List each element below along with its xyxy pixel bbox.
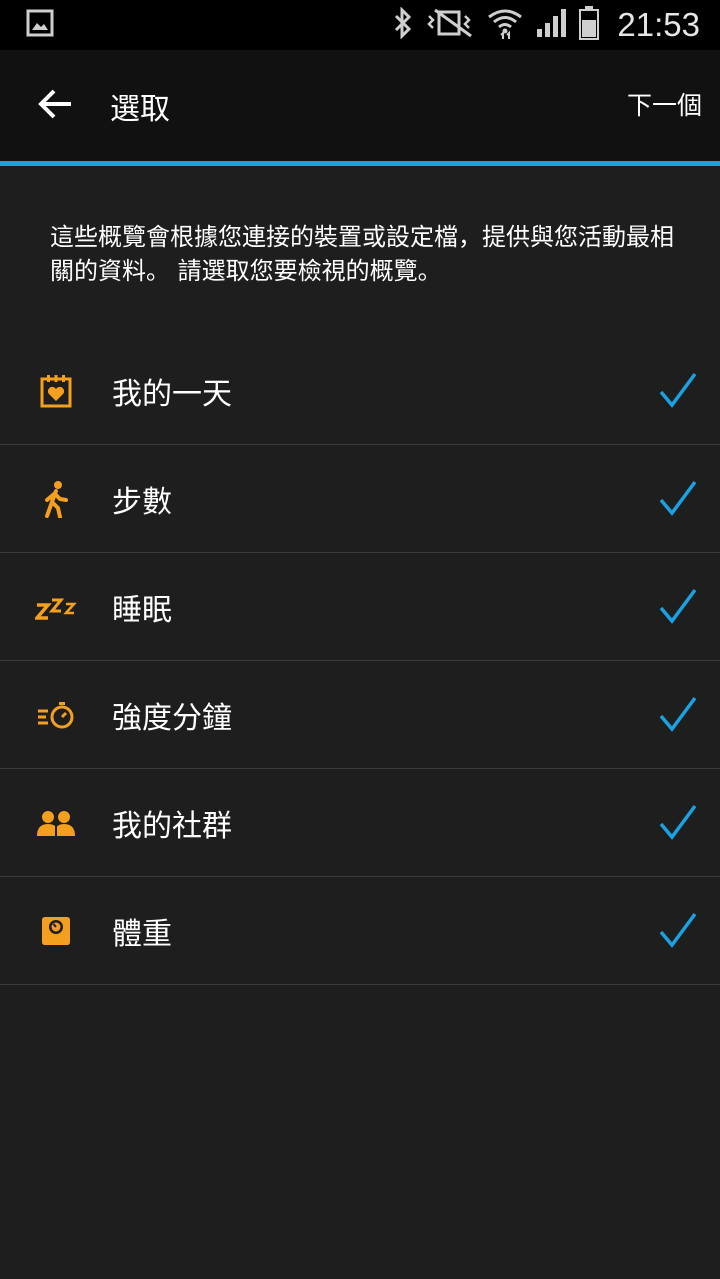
gallery-notification-icon — [26, 9, 54, 41]
battery-icon — [579, 6, 600, 44]
intro-text: 這些概覽會根據您連接的裝置或設定檔，提供與您活動最相關的資料。 請選取您要檢視的… — [50, 223, 674, 285]
status-time: 21:53 — [617, 6, 700, 43]
list-item-intensity-minutes[interactable]: 強度分鐘 — [0, 661, 720, 769]
list-item-label: 我的社群 — [112, 808, 232, 844]
calendar-heart-icon — [0, 337, 112, 445]
status-bar: 21:53 — [0, 0, 720, 50]
page-title: 選取 — [110, 91, 170, 127]
arrow-left-icon — [37, 88, 73, 124]
back-button[interactable] — [0, 50, 110, 161]
checkmark-icon — [659, 372, 697, 408]
list-item-weight[interactable]: 體重 — [0, 877, 720, 985]
list-item-label: 體重 — [112, 916, 172, 952]
checkmark-icon — [659, 696, 697, 732]
stopwatch-speed-icon — [0, 661, 112, 769]
accent-divider — [0, 161, 720, 166]
checkmark-icon — [659, 480, 697, 516]
list-item-label: 強度分鐘 — [112, 700, 232, 736]
list-item-label: 我的一天 — [112, 376, 232, 412]
walking-icon — [0, 445, 112, 553]
sleep-zzz-icon — [0, 553, 112, 661]
wifi-icon — [487, 7, 523, 43]
people-icon — [0, 769, 112, 877]
mute-vibrate-icon — [427, 8, 475, 42]
signal-icon — [535, 7, 567, 43]
checkmark-icon — [659, 804, 697, 840]
list-item-label: 步數 — [112, 484, 172, 520]
checkmark-icon — [659, 588, 697, 624]
list-item-label: 睡眠 — [112, 592, 172, 628]
app-bar: 選取 下一個 — [0, 50, 720, 161]
list-item-steps[interactable]: 步數 — [0, 445, 720, 553]
bluetooth-icon — [391, 6, 415, 43]
list-item-my-day[interactable]: 我的一天 — [0, 337, 720, 445]
list-item-my-community[interactable]: 我的社群 — [0, 769, 720, 877]
list-item-sleep[interactable]: 睡眠 — [0, 553, 720, 661]
next-button[interactable]: 下一個 — [627, 86, 702, 122]
scale-icon — [0, 877, 112, 985]
overview-list: 我的一天 步數 睡眠 強度分鐘 我的社群 體重 — [0, 337, 720, 985]
checkmark-icon — [659, 912, 697, 948]
